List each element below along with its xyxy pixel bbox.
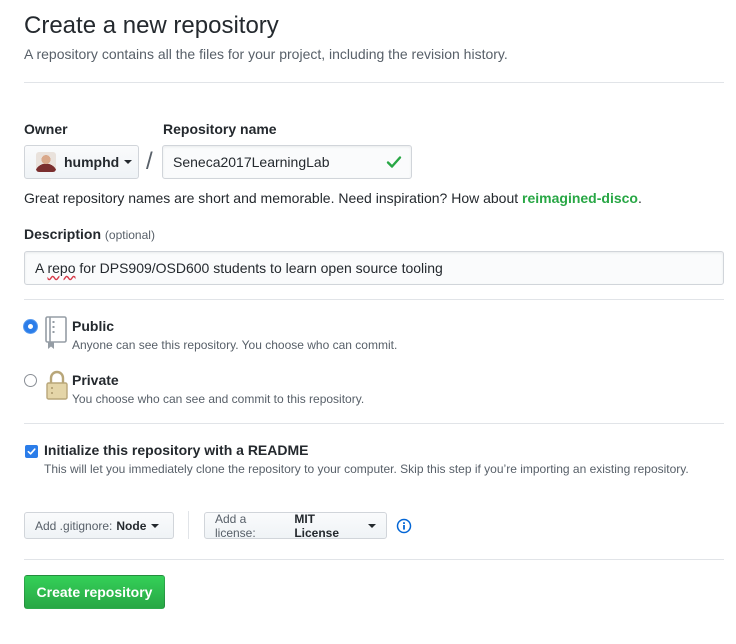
- gitignore-value: Node: [116, 518, 147, 533]
- repo-name-label: Repository name: [163, 121, 277, 137]
- create-repository-button[interactable]: Create repository: [24, 575, 165, 609]
- description-value-prefix: A: [35, 260, 48, 276]
- caret-down-icon: [368, 523, 376, 528]
- gitignore-label: Add .gitignore:: [35, 518, 113, 533]
- info-icon[interactable]: [396, 518, 412, 534]
- caret-down-icon: [151, 523, 160, 528]
- owner-label: Owner: [24, 121, 68, 137]
- gitignore-dropdown[interactable]: Add .gitignore: Node: [24, 512, 174, 539]
- name-suggestion-link[interactable]: reimagined-disco: [522, 190, 638, 206]
- license-value: MIT License: [294, 511, 340, 540]
- optional-note: (optional): [104, 228, 155, 242]
- repo-name-input[interactable]: [162, 145, 412, 179]
- checkmark-icon: [27, 448, 36, 455]
- description-input[interactable]: A repo for DPS909/OSD600 students to lea…: [24, 251, 724, 285]
- hint-end: .: [637, 190, 642, 206]
- avatar: [36, 152, 56, 172]
- lock-icon: [46, 370, 68, 400]
- owner-repo-separator: /: [146, 148, 153, 175]
- readme-checkbox[interactable]: [25, 445, 38, 458]
- caret-down-icon: [124, 160, 133, 164]
- check-icon: [386, 156, 402, 168]
- readme-desc: This will let you immediately clone the …: [44, 462, 689, 476]
- description-label-text: Description: [24, 226, 102, 242]
- description-value-misspelled: repo: [47, 260, 76, 276]
- description-label: Description (optional): [24, 224, 155, 245]
- public-radio[interactable]: [24, 320, 37, 333]
- visibility-private-option[interactable]: Private You choose who can see and commi…: [24, 370, 364, 408]
- divider: [24, 299, 724, 300]
- name-hint: Great repository names are short and mem…: [24, 188, 642, 208]
- divider: [24, 423, 724, 424]
- hint-text: Great repository names are short and mem…: [24, 190, 523, 206]
- repo-book-icon: [45, 316, 67, 349]
- visibility-public-option[interactable]: Public Anyone can see this repository. Y…: [24, 316, 397, 354]
- vertical-divider: [188, 511, 189, 539]
- private-desc: You choose who can see and commit to thi…: [72, 392, 365, 406]
- private-title: Private: [72, 372, 119, 388]
- owner-name: humphd: [64, 154, 120, 170]
- divider: [24, 559, 724, 560]
- owner-dropdown[interactable]: humphd: [24, 145, 139, 179]
- description-value-rest: for DPS909/OSD600 students to learn open…: [75, 260, 443, 276]
- public-desc: Anyone can see this repository. You choo…: [72, 338, 398, 352]
- page-subtitle: A repository contains all the files for …: [24, 46, 508, 62]
- license-dropdown[interactable]: Add a license: MIT License: [204, 511, 387, 540]
- divider: [24, 82, 724, 83]
- readme-title: Initialize this repository with a README: [44, 442, 309, 458]
- private-radio[interactable]: [24, 374, 37, 387]
- license-label: Add a license:: [215, 511, 256, 540]
- page-title: Create a new repository: [24, 12, 279, 39]
- public-title: Public: [72, 318, 115, 334]
